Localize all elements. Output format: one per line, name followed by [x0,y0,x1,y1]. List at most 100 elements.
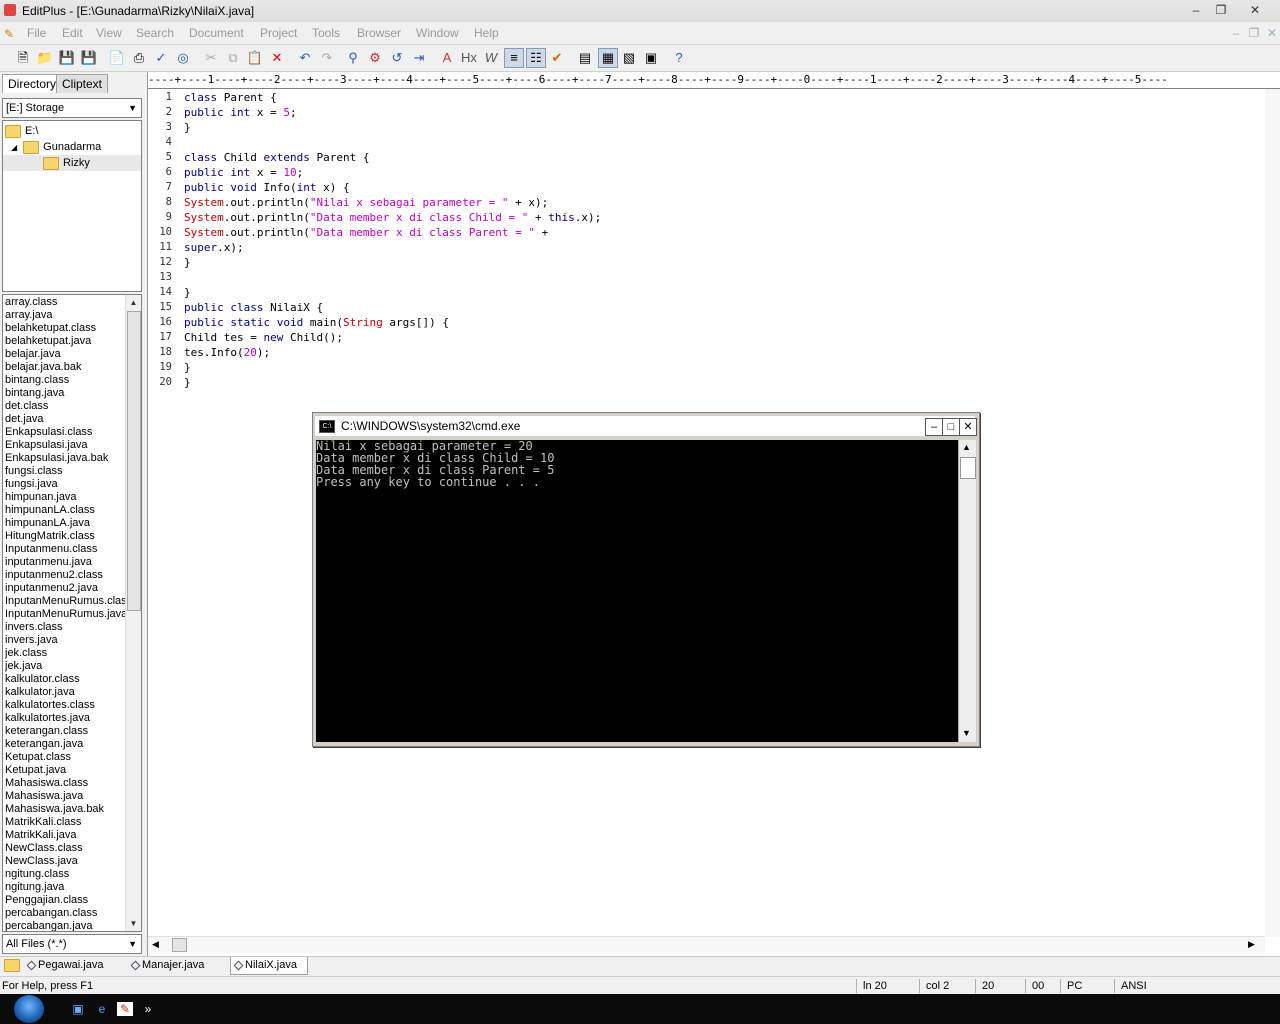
file-list-item[interactable]: HitungMatrik.class [5,530,125,543]
menu-help[interactable]: Help [474,26,499,40]
file-list-item[interactable]: det.java [5,413,125,426]
file-list-item[interactable]: keterangan.java [5,738,125,751]
indent-icon[interactable]: ⇥ [410,49,428,67]
word-wrap-icon[interactable]: W [482,49,500,67]
start-button[interactable] [14,995,44,1023]
save-all-icon[interactable]: 💾 [80,49,98,67]
file-list-item[interactable]: percabangan.class [5,907,125,920]
goto-icon[interactable]: ↺ [388,49,406,67]
menu-search[interactable]: Search [136,26,174,40]
file-list-item[interactable]: NewClass.java [5,855,125,868]
file-list-item[interactable]: ngitung.java [5,881,125,894]
tree-node-rizky[interactable]: Rizky [3,155,141,171]
doc-minimize-button[interactable]: – [1226,25,1246,41]
code-line[interactable] [184,270,601,285]
file-list-item[interactable]: invers.java [5,634,125,647]
menu-project[interactable]: Project [260,26,297,40]
file-list-item[interactable]: kalkulator.java [5,686,125,699]
code-line[interactable]: Child tes = new Child(); [184,330,601,345]
file-list-item[interactable]: det.class [5,400,125,413]
file-list-item[interactable]: NewClass.class [5,842,125,855]
scroll-down-icon[interactable]: ▼ [962,728,971,738]
scroll-thumb[interactable] [172,938,187,952]
file-list-item[interactable]: fungsi.java [5,478,125,491]
code-area[interactable]: class Parent {public int x = 5;} class C… [184,90,601,390]
tab-cliptext[interactable]: Cliptext [56,74,109,93]
file-list-item[interactable]: ngitung.class [5,868,125,881]
code-line[interactable]: super.x); [184,240,601,255]
console-title-bar[interactable]: C:\ C:\WINDOWS\system32\cmd.exe – □ ✕ [315,416,977,436]
file-list-item[interactable]: Enkapsulasi.java [5,439,125,452]
file-list-item[interactable]: Inputanmenu.class [5,543,125,556]
file-list-item[interactable]: bintang.java [5,387,125,400]
console-close-button[interactable]: ✕ [959,418,977,436]
find-icon[interactable]: ⚲ [344,49,362,67]
output-window-icon[interactable]: ▤ [576,49,594,67]
copy-icon[interactable]: ⧉ [224,49,242,67]
save-icon[interactable]: 💾 [58,49,76,67]
file-list-item[interactable]: belajar.java [5,348,125,361]
console-scrollbar[interactable]: ▲ ▼ [958,440,976,742]
scroll-thumb[interactable] [127,311,141,611]
code-line[interactable]: public static void main(String args[]) { [184,315,601,330]
code-line[interactable]: } [184,255,601,270]
file-list-item[interactable]: InputanMenuRumus.java [5,608,125,621]
file-list-item[interactable]: Mahasiswa.java.bak [5,803,125,816]
file-list-item[interactable]: jek.java [5,660,125,673]
console-window[interactable]: C:\ C:\WINDOWS\system32\cmd.exe – □ ✕ Ni… [312,412,980,747]
doc-restore-button[interactable]: ❐ [1244,25,1264,41]
file-filter-select[interactable]: All Files (*.*) ▼ [2,934,142,954]
ruler-toggle-icon[interactable]: ☷ [526,48,546,68]
tree-node-gunadarma[interactable]: ◢ Gunadarma [11,139,101,155]
console-maximize-button[interactable]: □ [942,418,960,436]
file-list-item[interactable]: kalkulatortes.class [5,699,125,712]
font-icon[interactable]: A [438,49,456,67]
code-line[interactable]: System.out.println("Data member x di cla… [184,210,601,225]
menu-document[interactable]: Document [189,26,244,40]
scroll-down-icon[interactable]: ▼ [126,916,141,931]
file-list-item[interactable]: bintang.class [5,374,125,387]
menu-tools[interactable]: Tools [312,26,340,40]
cliptext-icon[interactable]: ▧ [620,49,638,67]
file-list-item[interactable]: inputanmenu2.class [5,569,125,582]
menu-edit[interactable]: Edit [62,26,83,40]
new-file-icon[interactable]: 🗎 [14,49,32,67]
doc-tab-pegawai[interactable]: Pegawai.java [24,957,113,974]
tab-directory[interactable]: Directory [2,74,63,93]
spell-check-icon[interactable]: ✓ [152,49,170,67]
code-line[interactable]: public int x = 10; [184,165,601,180]
file-list-item[interactable]: Ketupat.class [5,751,125,764]
file-list-item[interactable]: Ketupat.java [5,764,125,777]
file-list-item[interactable]: Enkapsulasi.class [5,426,125,439]
help-icon[interactable]: ? [670,49,688,67]
code-line[interactable]: } [184,360,601,375]
file-list-item[interactable]: himpunanLA.class [5,504,125,517]
menu-window[interactable]: Window [416,26,459,40]
heading-icon[interactable]: Hx [460,49,478,67]
file-list-item[interactable]: inputanmenu.java [5,556,125,569]
scroll-up-icon[interactable]: ▲ [126,295,141,310]
close-button[interactable]: ✕ [1245,2,1265,18]
show-desktop-icon[interactable]: ▣ [70,1002,86,1016]
cut-icon[interactable]: ✂ [202,49,220,67]
code-line[interactable]: public class NilaiX { [184,300,601,315]
code-line[interactable]: public int x = 5; [184,105,601,120]
file-list-item[interactable]: belahketupat.java [5,335,125,348]
chevron-right-icon[interactable]: » [140,1002,156,1016]
tree-node-drive[interactable]: E:\ [5,123,38,139]
menu-browser[interactable]: Browser [357,26,401,40]
browser-preview-icon[interactable]: ◎ [174,49,192,67]
console-minimize-button[interactable]: – [925,418,943,436]
minimize-button[interactable]: – [1186,2,1206,18]
scroll-right-icon[interactable]: ▶ [1248,939,1255,950]
code-line[interactable]: public void Info(int x) { [184,180,601,195]
file-list-item[interactable]: belahketupat.class [5,322,125,335]
code-line[interactable]: System.out.println("Data member x di cla… [184,225,601,240]
file-list-item[interactable]: keterangan.class [5,725,125,738]
file-list-item[interactable]: belajar.java.bak [5,361,125,374]
restore-button[interactable]: ❐ [1211,2,1231,18]
file-list-item[interactable]: percabangan.java [5,920,125,931]
file-list-item[interactable]: invers.class [5,621,125,634]
delete-icon[interactable]: ✕ [268,49,286,67]
directory-window-icon[interactable]: ▦ [598,48,618,68]
